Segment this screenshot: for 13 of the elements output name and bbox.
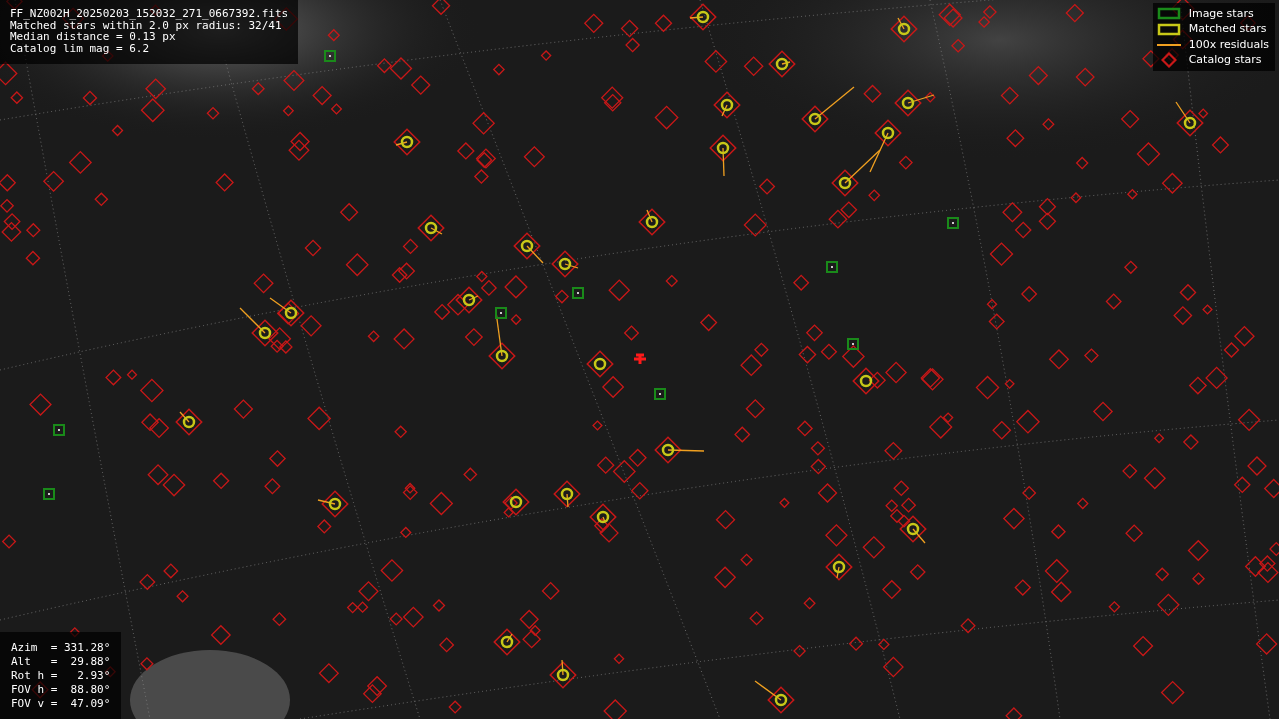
info-line: FOV h = 88.80° [11, 683, 111, 697]
info-line: FF_NZ002H_20250203_152032_271_0667392.fits [10, 8, 289, 20]
legend-label: Matched stars [1188, 21, 1267, 37]
info-line: Median distance = 0.13 px [10, 31, 176, 43]
legend-label: Catalog stars [1188, 52, 1262, 68]
info-line: Alt = 29.88° [11, 655, 111, 669]
info-line: Matched stars within 2.0 px radius: 32/41 [10, 19, 282, 31]
legend-label: Image stars [1188, 5, 1254, 22]
info-line: Azim = 331.28° [11, 641, 111, 655]
info-line: Catalog lim mag = 6.2 [10, 42, 151, 54]
info-line: FOV v = 47.09° [11, 697, 111, 711]
info-line: Rot h = 2.93° [11, 669, 111, 683]
legend-label: 100x residuals [1188, 36, 1269, 53]
